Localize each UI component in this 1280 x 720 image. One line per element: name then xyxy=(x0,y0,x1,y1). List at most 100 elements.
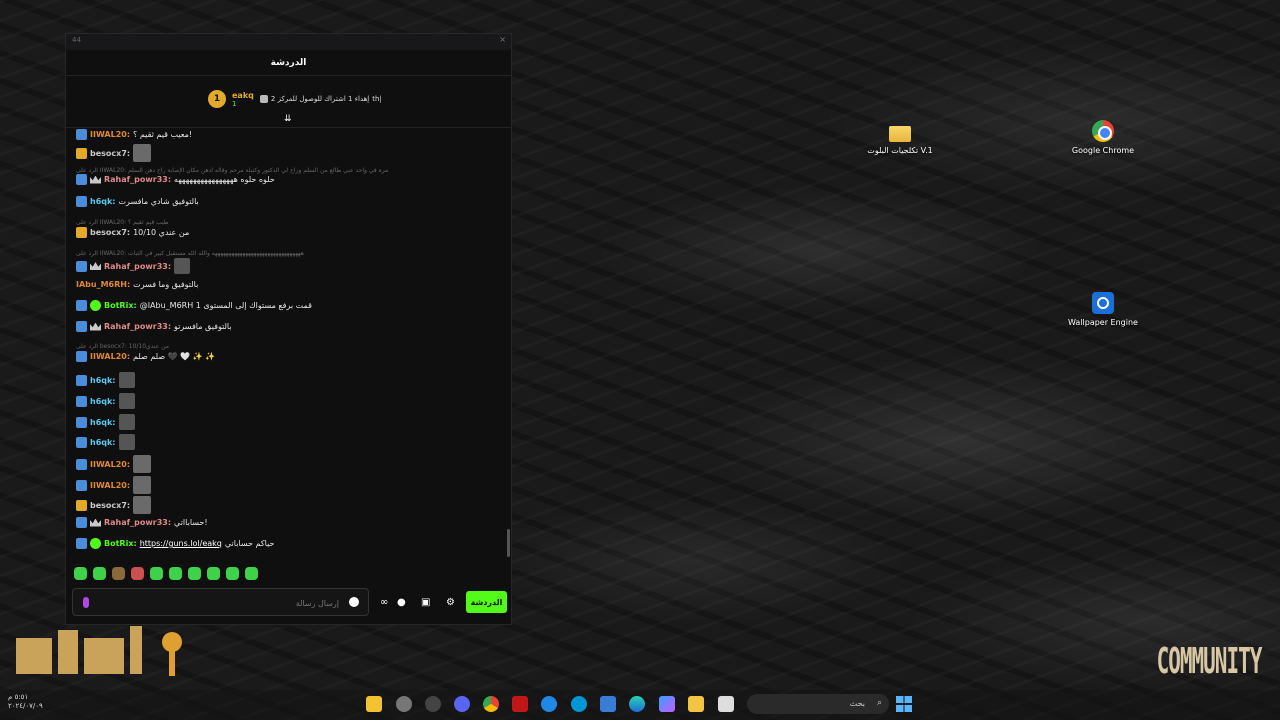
chat-message[interactable]: h6qk: xyxy=(76,414,497,430)
message-input-box[interactable] xyxy=(72,588,369,616)
emote-button[interactable] xyxy=(74,567,87,580)
file-explorer-icon[interactable] xyxy=(688,696,704,712)
message-input[interactable] xyxy=(99,595,339,611)
taskbar-search[interactable]: بحث ⌕ xyxy=(747,694,889,714)
emote-button[interactable] xyxy=(131,567,144,580)
start-button[interactable] xyxy=(896,696,912,712)
search-icon: ⌕ xyxy=(876,698,882,708)
chat-message[interactable]: h6qk: بالتوفيق شادي مافسرت xyxy=(76,196,497,207)
chat-username[interactable]: besocx7: xyxy=(90,500,130,511)
chat-username[interactable]: besocx7: xyxy=(90,227,130,238)
emote-button[interactable] xyxy=(150,567,163,580)
chat-message[interactable]: h6qk: xyxy=(76,434,497,450)
chat-message[interactable]: IAbu_M6RH: بالتوفيق وما فسرت xyxy=(76,279,497,290)
chat-username[interactable]: Rahaf_powr33: xyxy=(104,517,171,528)
chat-username[interactable]: Rahaf_powr33: xyxy=(104,261,171,272)
moderator-badge-icon xyxy=(76,129,87,140)
microphone-icon[interactable] xyxy=(83,597,89,608)
chat-message[interactable]: BotRix: https://guns.lol/eakq حياكم حسابات… xyxy=(76,538,497,549)
chat-username[interactable]: h6qk: xyxy=(90,417,116,428)
window-titlebar[interactable]: 44 × xyxy=(66,34,511,50)
desktop-icon-chrome[interactable]: Google Chrome xyxy=(1068,120,1138,156)
hp-icon[interactable] xyxy=(571,696,587,712)
emote-button[interactable] xyxy=(245,567,258,580)
settings-icon[interactable] xyxy=(396,696,412,712)
chat-username[interactable]: Rahaf_powr33: xyxy=(104,321,171,332)
message-link[interactable]: https://guns.lol/eakq xyxy=(140,538,222,549)
sticky-notes-icon[interactable] xyxy=(366,696,382,712)
emote-image xyxy=(133,455,152,473)
logo-block xyxy=(58,630,78,674)
chat-username[interactable]: Rahaf_powr33: xyxy=(104,174,171,185)
emote-button[interactable] xyxy=(207,567,220,580)
close-icon[interactable]: × xyxy=(499,35,506,44)
chat-message[interactable]: besocx7: xyxy=(76,496,497,514)
infinity-icon[interactable]: ∞ xyxy=(380,597,388,608)
moderator-badge-icon xyxy=(76,351,87,362)
moderator-badge-icon xyxy=(76,517,87,528)
scrollbar[interactable] xyxy=(507,529,510,557)
chat-message[interactable]: besocx7: من عندي 10/10 xyxy=(76,227,497,238)
chat-send-button[interactable]: الدردشة xyxy=(466,591,507,613)
chat-message[interactable]: Rahaf_powr33: بالتوفيق مافسرتو xyxy=(76,321,497,332)
chat-username[interactable]: IIWAL20: xyxy=(90,459,130,470)
chat-message[interactable]: IIWAL20: صلم صلم 🖤 🤍 ✨ ✨ xyxy=(76,351,497,362)
chat-username[interactable]: IIWAL20: xyxy=(90,480,130,491)
chat-message[interactable]: IIWAL20: معیب قیم ثقیم ؟! xyxy=(76,129,497,140)
emote-button[interactable] xyxy=(93,567,106,580)
verified-badge-icon xyxy=(90,538,101,549)
chat-message[interactable]: Rahaf_powr33: حلوه حلوه ههههههههههههههههه xyxy=(76,174,497,185)
emote-image xyxy=(133,144,152,162)
desktop-icon-label: Google Chrome xyxy=(1071,146,1135,155)
chat-popout-window: 44 × الدردشة 1 eakq 1 إهداء 1 اشتراك للو… xyxy=(65,33,512,625)
chat-message[interactable]: IIWAL20: xyxy=(76,455,497,473)
settings-cluster-icon[interactable]: ● xyxy=(397,597,406,608)
verified-badge-icon xyxy=(90,300,101,311)
chat-username[interactable]: IIWAL20: xyxy=(90,351,130,362)
task-view-icon[interactable] xyxy=(718,696,734,712)
desktop-icon-wallpaper-engine[interactable]: Wallpaper Engine xyxy=(1068,292,1138,328)
chat-username[interactable]: h6qk: xyxy=(90,396,116,407)
emote-button[interactable] xyxy=(169,567,182,580)
emoji-picker-icon[interactable] xyxy=(349,597,359,607)
desktop-icon-folder[interactable]: تكلجيات البلوت V.1 xyxy=(865,122,935,156)
chat-username[interactable]: besocx7: xyxy=(90,148,130,159)
message-list[interactable]: IIWAL20: معیب قیم ثقیم ؟! besocx7: الرد على… xyxy=(66,129,511,559)
crown-badge-icon xyxy=(90,175,101,184)
discord-icon[interactable] xyxy=(454,696,470,712)
emote-button[interactable] xyxy=(226,567,239,580)
chat-message[interactable]: besocx7: xyxy=(76,144,497,162)
collapse-icon[interactable]: ⇊ xyxy=(284,114,292,124)
pinned-username[interactable]: eakq xyxy=(232,91,254,100)
copilot-icon[interactable] xyxy=(659,696,675,712)
obs-icon[interactable] xyxy=(425,696,441,712)
chat-message[interactable]: Rahaf_powr33: حسابااتي! xyxy=(76,517,497,528)
chat-username[interactable]: h6qk: xyxy=(90,196,116,207)
chat-username[interactable]: h6qk: xyxy=(90,375,116,386)
folder-icon xyxy=(889,126,911,142)
mcafee-icon[interactable] xyxy=(512,696,528,712)
emote-button[interactable] xyxy=(112,567,125,580)
chat-message[interactable]: h6qk: xyxy=(76,372,497,388)
taskbar-clock[interactable]: ٥:٥١ م ٢٠٢٤/٠٧/٠٩ xyxy=(8,693,43,711)
edge-icon[interactable] xyxy=(629,696,645,712)
chat-message-text: بالتوفيق شادي مافسرت xyxy=(118,197,199,206)
emote-button[interactable] xyxy=(188,567,201,580)
store-taskbar-icon[interactable] xyxy=(600,696,616,712)
store-icon[interactable]: ▣ xyxy=(421,597,430,608)
help-icon[interactable] xyxy=(541,696,557,712)
chat-username[interactable]: h6qk: xyxy=(90,437,116,448)
chat-message[interactable]: Rahaf_powr33: xyxy=(76,258,497,274)
key-shaft xyxy=(169,650,175,676)
chat-message[interactable]: BotRix: @IAbu_M6RH قمت برفع مستواك إلى ال… xyxy=(76,300,497,311)
moderator-badge-icon xyxy=(76,321,87,332)
chat-message[interactable]: IIWAL20: xyxy=(76,476,497,494)
chat-username[interactable]: BotRix: xyxy=(104,538,137,549)
gear-icon[interactable]: ⚙ xyxy=(446,597,455,608)
search-label: بحث xyxy=(849,699,865,708)
chat-message[interactable]: h6qk: xyxy=(76,393,497,409)
chat-username[interactable]: IIWAL20: xyxy=(90,129,130,140)
chrome-taskbar-icon[interactable] xyxy=(483,696,499,712)
chat-username[interactable]: IAbu_M6RH: xyxy=(76,279,130,290)
chat-username[interactable]: BotRix: xyxy=(104,300,137,311)
